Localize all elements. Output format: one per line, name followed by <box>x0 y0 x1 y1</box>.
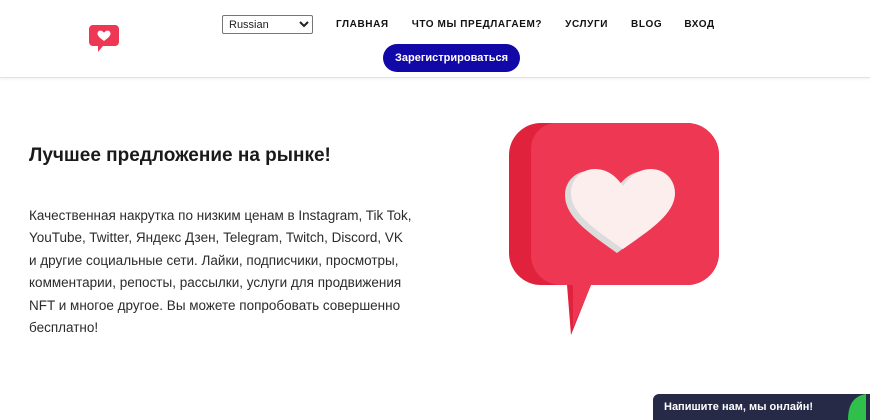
nav-item-blog[interactable]: Blog <box>631 19 662 30</box>
hero-title: Лучшее предложение на рынке! <box>29 145 331 166</box>
nav-item-services[interactable]: Услуги <box>565 19 608 30</box>
leaf-icon <box>848 394 866 420</box>
main-nav: Главная Что мы предлагаем? Услуги Blog В… <box>336 17 715 31</box>
nav-item-login[interactable]: Вход <box>684 19 714 30</box>
chat-widget[interactable]: Напишите нам, мы онлайн! <box>653 394 870 420</box>
site-header: Russian Главная Что мы предлагаем? Услуг… <box>0 0 870 78</box>
nav-item-offers[interactable]: Что мы предлагаем? <box>412 19 542 30</box>
heart-chat-bubble-icon <box>509 123 719 335</box>
nav-item-home[interactable]: Главная <box>336 19 389 30</box>
register-button[interactable]: Зарегистрироваться <box>383 44 520 72</box>
chat-widget-label: Напишите нам, мы онлайн! <box>664 401 814 413</box>
language-select[interactable]: Russian <box>222 15 313 34</box>
logo-heart-chat-icon[interactable] <box>89 25 119 53</box>
hero-description: Качественная накрутка по низким ценам в … <box>29 208 412 336</box>
